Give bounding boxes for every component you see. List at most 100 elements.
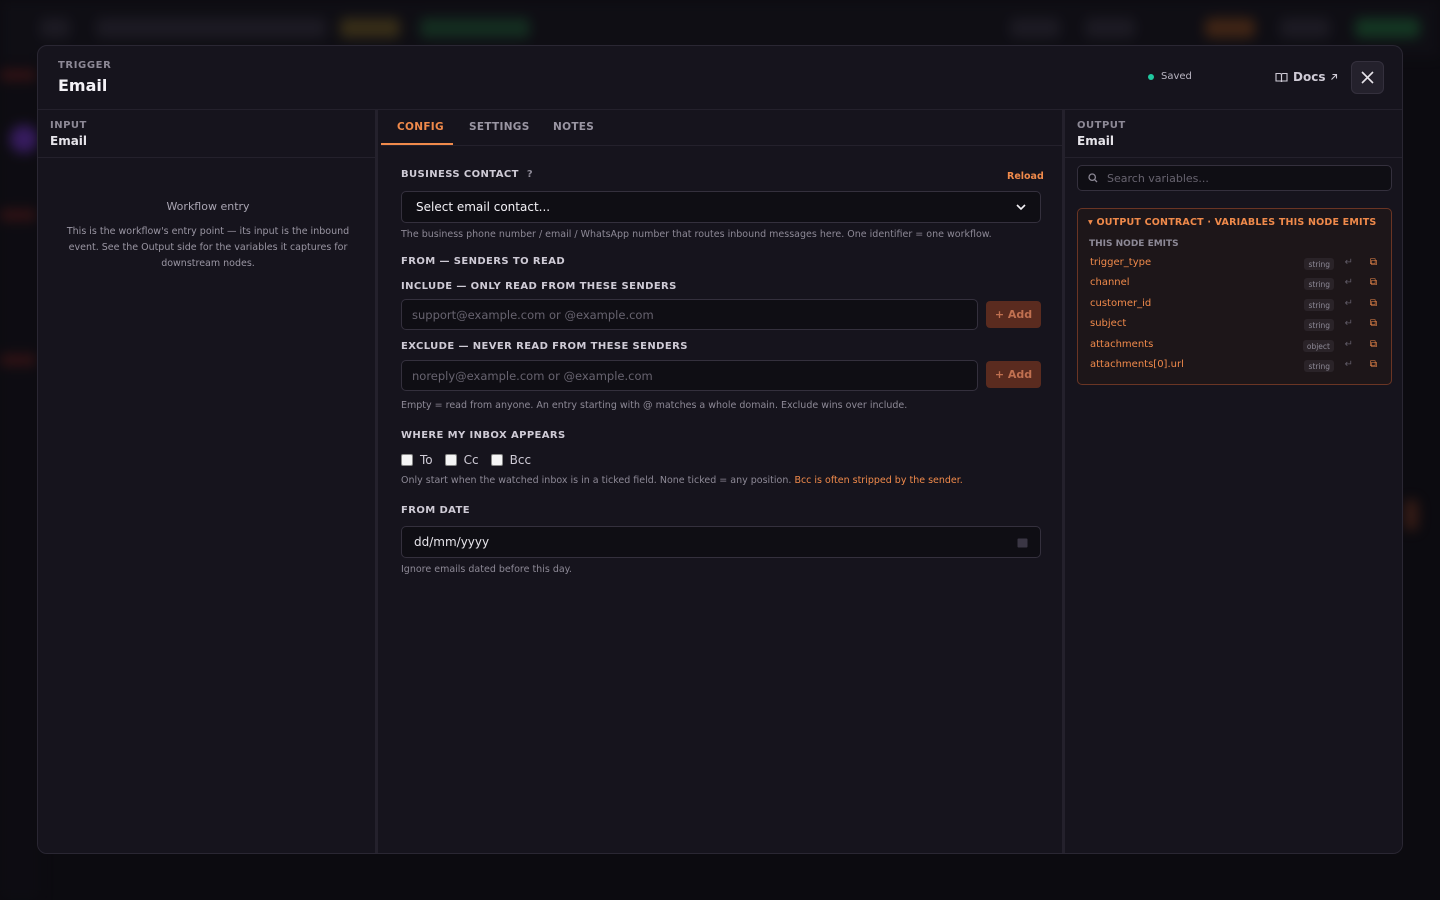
include-sender-placeholder: support@example.com or @example.com xyxy=(412,307,654,322)
input-pane-header: INPUT Email xyxy=(38,110,375,158)
background-shape xyxy=(1355,18,1420,38)
include-sender-input[interactable]: support@example.com or @example.com xyxy=(401,299,978,330)
modal-header: TRIGGER Email Saved Docs xyxy=(38,46,1402,110)
copy-icon[interactable]: ⧉ xyxy=(1370,339,1377,350)
docs-link[interactable]: Docs xyxy=(1275,70,1338,84)
from-section-title: FROM — SENDERS TO READ xyxy=(401,256,566,267)
variable-row[interactable]: attachments[0].url string ↵ ⧉ xyxy=(1078,356,1391,376)
variable-name[interactable]: attachments[0].url xyxy=(1090,359,1184,370)
variable-name[interactable]: trigger_type xyxy=(1090,257,1151,268)
workflow-entry-title: Workflow entry xyxy=(166,200,250,213)
output-pane-header: OUTPUT Email xyxy=(1065,110,1402,158)
inbox-position-label: WHERE MY INBOX APPEARS xyxy=(401,430,566,441)
variable-search-placeholder: Search variables... xyxy=(1107,171,1209,185)
background-shape xyxy=(0,355,36,365)
insert-icon[interactable]: ↵ xyxy=(1345,359,1353,370)
checkbox-cc-label: Cc xyxy=(463,453,479,467)
variable-name[interactable]: subject xyxy=(1090,318,1126,329)
save-status-label: Saved xyxy=(1161,71,1192,82)
input-pane-kicker: INPUT xyxy=(50,120,87,131)
background-shape xyxy=(40,18,70,38)
checkbox-bcc-label: Bcc xyxy=(509,453,532,467)
checkbox-bcc[interactable]: Bcc xyxy=(490,453,532,467)
background-sidebar xyxy=(0,56,40,900)
contact-select[interactable]: Select email contact... xyxy=(401,191,1041,223)
copy-icon[interactable]: ⧉ xyxy=(1370,277,1377,288)
node-editor-modal: TRIGGER Email Saved Docs INPUT Email Wor… xyxy=(37,45,1403,854)
variable-row[interactable]: trigger_type string ↵ ⧉ xyxy=(1078,254,1391,274)
calendar-icon[interactable] xyxy=(1017,537,1028,548)
exclude-add-button[interactable]: + Add xyxy=(986,361,1041,388)
chevron-down-icon xyxy=(1016,203,1026,210)
node-kind: TRIGGER xyxy=(58,60,112,71)
checkbox-to-label: To xyxy=(420,453,433,467)
status-dot-icon xyxy=(1148,73,1154,80)
insert-icon[interactable]: ↵ xyxy=(1345,318,1353,329)
checkbox-to-box[interactable] xyxy=(401,454,413,466)
variable-name[interactable]: attachments xyxy=(1090,339,1153,350)
from-date-hint: Ignore emails dated before this day. xyxy=(401,564,572,575)
close-icon xyxy=(1361,71,1374,84)
copy-icon[interactable]: ⧉ xyxy=(1370,318,1377,329)
background-shape xyxy=(1280,18,1330,38)
senders-hint: Empty = read from anyone. An entry start… xyxy=(401,400,908,411)
checkbox-cc[interactable]: Cc xyxy=(444,453,479,467)
insert-icon[interactable]: ↵ xyxy=(1345,298,1353,309)
active-tab-indicator xyxy=(381,143,453,145)
variable-name[interactable]: customer_id xyxy=(1090,298,1151,309)
from-date-input[interactable]: dd/mm/yyyy xyxy=(401,526,1041,558)
checkbox-cc-box[interactable] xyxy=(444,454,457,466)
close-button[interactable] xyxy=(1351,61,1384,94)
tab-notes[interactable]: NOTES xyxy=(553,121,594,133)
checkbox-bcc-box[interactable] xyxy=(490,454,503,466)
docs-label: Docs xyxy=(1293,70,1326,84)
save-status: Saved xyxy=(1148,71,1192,82)
variable-search-input[interactable]: Search variables... xyxy=(1077,165,1392,191)
variable-row[interactable]: subject string ↵ ⧉ xyxy=(1078,315,1391,335)
tab-config[interactable]: CONFIG xyxy=(397,121,444,133)
workflow-entry-description: This is the workflow's entry point — its… xyxy=(66,226,350,269)
background-shape xyxy=(0,70,36,80)
contact-select-value: Select email contact... xyxy=(416,200,551,214)
output-contract: ▾ OUTPUT CONTRACT · VARIABLES THIS NODE … xyxy=(1077,208,1392,385)
business-contact-label-text: BUSINESS CONTACT xyxy=(401,169,519,180)
copy-icon[interactable]: ⧉ xyxy=(1370,257,1377,268)
exclude-sender-input[interactable]: noreply@example.com or @example.com xyxy=(401,360,978,391)
variable-name[interactable]: channel xyxy=(1090,277,1130,288)
reload-button[interactable]: Reload xyxy=(1007,171,1044,182)
inbox-hint: Only start when the watched inbox is in … xyxy=(401,475,963,486)
inbox-hint-text: Only start when the watched inbox is in … xyxy=(401,475,792,486)
copy-icon[interactable]: ⧉ xyxy=(1370,359,1377,370)
background-shape xyxy=(10,125,38,153)
output-contract-toggle[interactable]: ▾ OUTPUT CONTRACT · VARIABLES THIS NODE … xyxy=(1088,217,1376,228)
insert-icon[interactable]: ↵ xyxy=(1345,257,1353,268)
variable-row[interactable]: attachments object ↵ ⧉ xyxy=(1078,336,1391,356)
copy-icon[interactable]: ⧉ xyxy=(1370,298,1377,309)
insert-icon[interactable]: ↵ xyxy=(1345,339,1353,350)
config-pane: CONFIG SETTINGS NOTES BUSINESS CONTACT? … xyxy=(381,110,1062,853)
help-icon[interactable]: ? xyxy=(527,169,533,180)
checkbox-to[interactable]: To xyxy=(401,453,433,467)
background-shape xyxy=(1404,500,1418,530)
include-add-button[interactable]: + Add xyxy=(986,301,1041,328)
variable-type-badge: string xyxy=(1304,299,1334,311)
input-pane: INPUT Email Workflow entry This is the w… xyxy=(38,110,378,853)
from-date-label: FROM DATE xyxy=(401,505,470,516)
from-date-value: dd/mm/yyyy xyxy=(414,535,490,549)
exclude-label: EXCLUDE — NEVER READ FROM THESE SENDERS xyxy=(401,341,688,352)
background-shape xyxy=(1205,18,1255,38)
external-link-icon xyxy=(1331,73,1338,80)
background-shape xyxy=(420,18,530,38)
variable-type-badge: object xyxy=(1302,340,1334,352)
emits-heading: THIS NODE EMITS xyxy=(1089,239,1179,249)
output-pane: OUTPUT Email Search variables... ▾ OUTPU… xyxy=(1062,110,1402,853)
variable-row[interactable]: channel string ↵ ⧉ xyxy=(1078,274,1391,294)
variable-type-badge: string xyxy=(1304,258,1334,270)
include-label: INCLUDE — ONLY READ FROM THESE SENDERS xyxy=(401,281,677,292)
tab-settings[interactable]: SETTINGS xyxy=(469,121,530,133)
book-icon xyxy=(1275,72,1288,82)
insert-icon[interactable]: ↵ xyxy=(1345,277,1353,288)
variable-row[interactable]: customer_id string ↵ ⧉ xyxy=(1078,295,1391,315)
output-pane-title: Email xyxy=(1077,134,1115,148)
node-title: Email xyxy=(58,76,108,95)
